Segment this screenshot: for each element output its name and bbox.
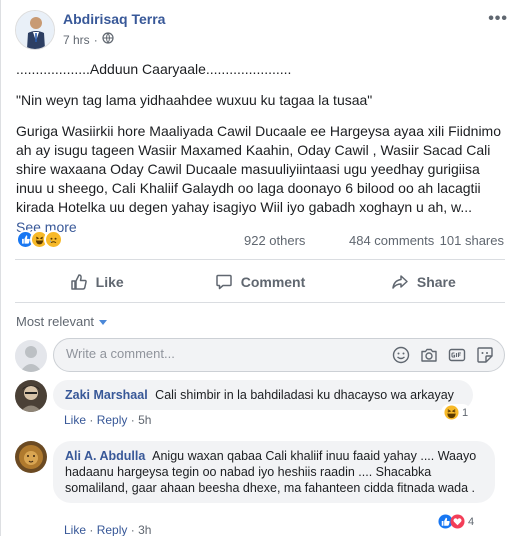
- sort-label: Most relevant: [16, 314, 95, 329]
- comment-reactions[interactable]: 4: [435, 513, 478, 530]
- camera-icon[interactable]: [420, 346, 438, 367]
- comment-text: Cali shimbir in la bahdiladasi ku dhacay…: [155, 388, 454, 402]
- comment-like-link[interactable]: Like: [64, 523, 86, 536]
- author-name[interactable]: Abdirisaq Terra: [63, 11, 165, 27]
- post-text: ...................Adduun Caaryaale.....…: [16, 60, 504, 237]
- thumbs-up-icon: [70, 274, 87, 290]
- caret-down-icon: [99, 319, 108, 325]
- post-line-proverb: "Nin weyn tag lama yidhaahdee wuxuu ku t…: [16, 92, 373, 108]
- comment-input[interactable]: [66, 346, 366, 361]
- comment-actions: Like · Reply · 5h: [64, 413, 152, 427]
- share-button[interactable]: Share: [342, 266, 505, 298]
- comment-bubble: Ali A. Abdulla Anigu waxan qabaa Cali kh…: [53, 441, 495, 503]
- share-count[interactable]: 101 shares: [440, 233, 504, 248]
- share-icon: [392, 275, 408, 289]
- comment-time[interactable]: 3h: [138, 523, 151, 536]
- post-line-title: ...................Adduun Caaryaale.....…: [16, 61, 292, 77]
- comment-actions: Like · Reply · 3h: [64, 523, 152, 536]
- share-button-label: Share: [416, 274, 456, 290]
- heart-reaction-icon: [450, 514, 465, 529]
- commenter-avatar[interactable]: [15, 441, 47, 473]
- post-time[interactable]: 7 hrs: [63, 33, 90, 47]
- comment-reply-link[interactable]: Reply: [97, 523, 128, 536]
- comment-icon: [215, 274, 232, 290]
- comment-composer: [15, 338, 507, 374]
- like-button[interactable]: Like: [15, 266, 178, 298]
- composer-tools: [392, 346, 494, 367]
- comment-time[interactable]: 5h: [138, 413, 151, 427]
- comment-reactions[interactable]: 1: [441, 404, 472, 421]
- comment-reply-link[interactable]: Reply: [97, 413, 128, 427]
- haha-reaction-icon: [444, 405, 459, 420]
- comment-input-box[interactable]: [53, 338, 505, 372]
- post-body: Guriga Wasiirkii hore Maaliyada Cawil Du…: [16, 123, 502, 215]
- comment-button-label: Comment: [240, 274, 306, 290]
- post-meta: 7 hrs ·: [63, 32, 114, 47]
- commenter-name[interactable]: Zaki Marshaal: [65, 388, 148, 402]
- comment-like-link[interactable]: Like: [64, 413, 86, 427]
- comment-button[interactable]: Comment: [178, 266, 341, 298]
- commenter-avatar[interactable]: [15, 380, 47, 412]
- comment-bubble: Zaki Marshaal Cali shimbir in la bahdila…: [53, 380, 473, 410]
- post-card: Abdirisaq Terra 7 hrs · ••• ............…: [0, 0, 516, 536]
- like-button-label: Like: [95, 274, 124, 290]
- author-avatar[interactable]: [15, 10, 55, 50]
- comment-reaction-count: 1: [462, 406, 469, 419]
- sad-reaction-icon: [44, 230, 63, 249]
- comment-item: Zaki Marshaal Cali shimbir in la bahdila…: [15, 380, 507, 430]
- post-actions: Like Comment Share: [15, 266, 505, 298]
- stats-divider: [15, 259, 505, 260]
- sticker-icon[interactable]: [476, 346, 494, 367]
- globe-icon[interactable]: [102, 32, 114, 47]
- gif-icon[interactable]: [448, 346, 466, 367]
- comment-count[interactable]: 484 comments: [349, 233, 434, 248]
- commenter-name[interactable]: Ali A. Abdulla: [65, 449, 145, 463]
- actions-divider: [15, 302, 505, 303]
- comment-reaction-count: 4: [468, 515, 475, 528]
- more-options-icon[interactable]: •••: [488, 10, 508, 28]
- emoji-icon[interactable]: [392, 346, 410, 367]
- reaction-summary[interactable]: [16, 230, 63, 249]
- comment-item: Ali A. Abdulla Anigu waxan qabaa Cali kh…: [15, 441, 507, 536]
- reaction-count[interactable]: 922 others: [244, 233, 305, 248]
- post-header: Abdirisaq Terra 7 hrs · •••: [15, 6, 510, 52]
- post-stats: 922 others 484 comments 101 shares: [16, 228, 504, 252]
- viewer-avatar: [15, 340, 47, 372]
- comment-sort-dropdown[interactable]: Most relevant: [16, 314, 108, 329]
